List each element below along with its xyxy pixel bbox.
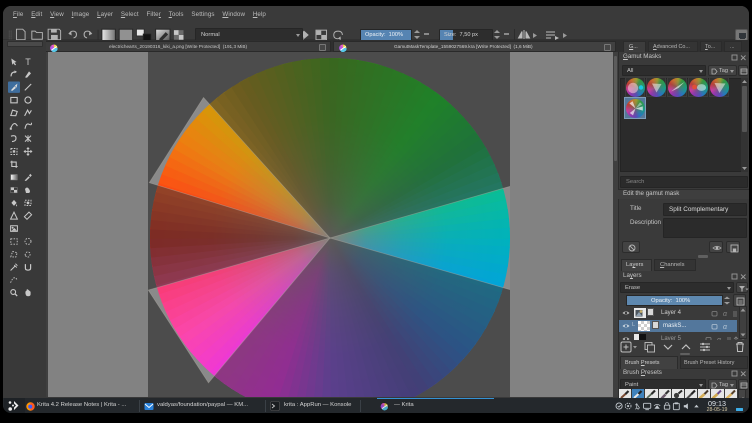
svg-text:α: α [723,324,728,331]
svg-text:α: α [717,337,722,340]
svg-text:T: T [25,57,31,67]
svg-text:α: α [723,311,728,318]
